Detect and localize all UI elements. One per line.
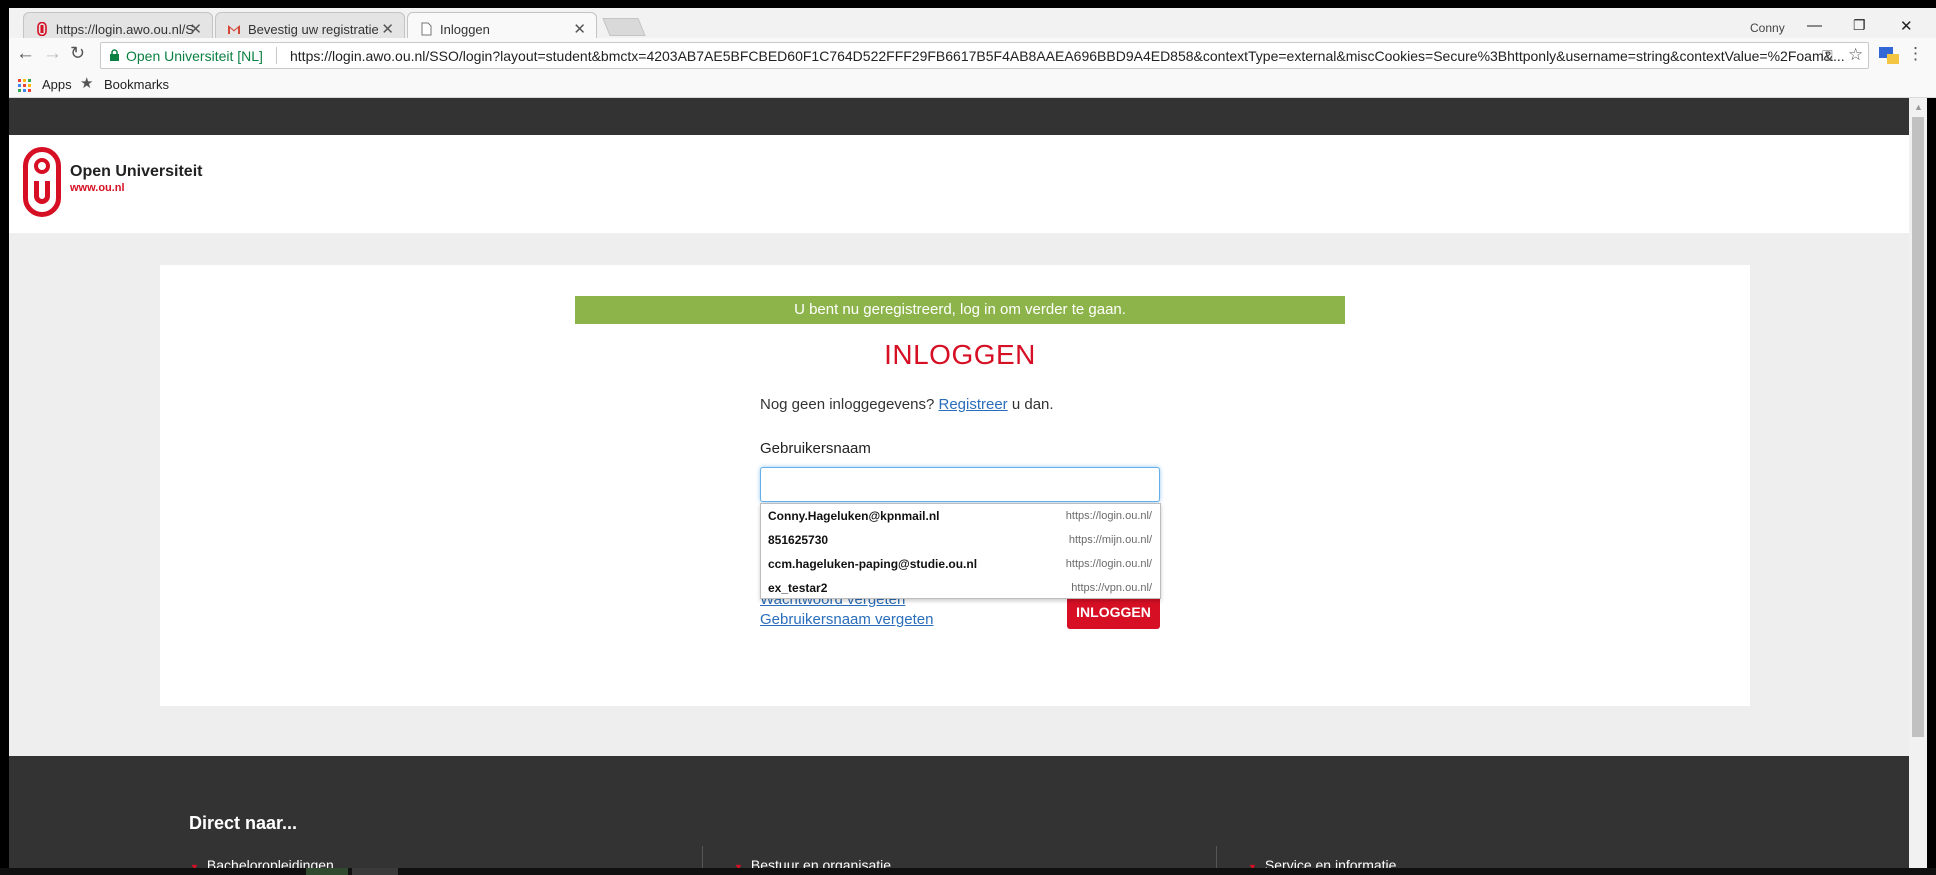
address-bar[interactable]: Open Universiteit [NL] https://login.awo… [100,42,1869,69]
autofill-option[interactable]: Conny.Hageluken@kpnmail.nl https://login… [761,504,1160,528]
scrollbar-thumb[interactable] [1912,117,1924,737]
autofill-site: https://vpn.ou.nl/ [1071,582,1152,594]
autofill-option[interactable]: 851625730 https://mijn.ou.nl/ [761,528,1160,552]
back-icon[interactable]: ← [16,43,35,65]
autofill-dropdown: Conny.Hageluken@kpnmail.nl https://login… [760,503,1161,599]
key-icon[interactable]: ⚿ [1822,47,1833,64]
profile-name[interactable]: Conny [1750,21,1785,35]
bookmarks-bar: Apps ★ Bookmarks [9,72,1936,98]
close-window-icon[interactable]: ✕ [1900,17,1913,35]
taskbar-item[interactable] [306,868,348,875]
autofill-option[interactable]: ex_testar2 https://vpn.ou.nl/ [761,576,1160,600]
login-button[interactable]: INLOGGEN [1067,595,1160,629]
autofill-site: https://login.ou.nl/ [1065,558,1152,570]
gmail-icon [228,25,240,34]
register-prompt: Nog geen inloggegevens? Registreer u dan… [760,396,1054,413]
security-indicator[interactable]: Open Universiteit [NL] [126,48,263,64]
autofill-username: ccm.hageluken-paping@studie.ou.nl [768,557,978,571]
star-icon: ★ [80,75,94,92]
bookmarks-shortcut[interactable]: Bookmarks [104,77,169,92]
autofill-username: Conny.Hageluken@kpnmail.nl [768,509,940,523]
register-prefix: Nog geen inloggegevens? [760,396,935,413]
login-card: U bent nu geregistreerd, log in om verde… [160,265,1750,706]
autofill-username: 851625730 [768,533,829,547]
tab-title: Bevestig uw registratie - [248,22,378,37]
register-suffix: u dan. [1011,396,1054,413]
page-icon [421,22,432,36]
tab-title: https://login.awo.ou.nl/S [56,22,195,37]
site-header: Open Universiteit www.ou.nl [9,135,1909,233]
apps-shortcut[interactable]: Apps [42,77,72,92]
username-input[interactable] [760,467,1160,502]
page-scrollbar[interactable]: ▲ [1909,98,1927,875]
logo-url: www.ou.nl [70,182,125,194]
logo-name: Open Universiteit [70,163,203,180]
autofill-site: https://mijn.ou.nl/ [1068,534,1152,546]
forward-icon[interactable]: → [43,43,62,65]
register-link[interactable]: Registreer [938,396,1007,413]
new-tab-button[interactable] [602,18,646,36]
username-label: Gebruikersnaam [760,440,871,457]
close-tab-icon[interactable]: ✕ [573,20,586,38]
extension-icon[interactable] [1878,45,1900,65]
forgot-username-link[interactable]: Gebruikersnaam vergeten [760,611,933,628]
url-text[interactable]: https://login.awo.ou.nl/SSO/login?layout… [290,48,1868,64]
ou-logo[interactable]: Open Universiteit www.ou.nl [23,147,202,222]
registration-success-banner: U bent nu geregistreerd, log in om verde… [575,296,1345,324]
close-tab-icon[interactable]: ✕ [381,20,394,38]
os-taskbar [0,868,1936,875]
apps-grid-icon [18,79,31,92]
autofill-site: https://login.ou.nl/ [1065,510,1152,522]
taskbar-item[interactable] [352,868,398,875]
ou-logo-icon [37,22,47,36]
bookmark-star-icon[interactable]: ☆ [1848,45,1863,65]
footer-title: Direct naar... [189,813,298,833]
autofill-username: ex_testar2 [768,581,828,595]
page-title: INLOGGEN [884,339,1036,370]
web-page: Open Universiteit www.ou.nl U bent nu ge… [9,98,1909,875]
omnibox-divider [276,47,277,64]
tab-title: Inloggen [440,22,490,37]
browser-window: https://login.awo.ou.nl/S ✕ Bevestig uw … [0,0,1936,875]
site-footer: Direct naar... ▼ Bacheloropleidingen ▼ Bes… [9,756,1909,875]
ou-logo-icon [23,147,61,217]
lock-icon [110,49,119,61]
restore-icon[interactable]: ❐ [1853,17,1866,34]
close-tab-icon[interactable]: ✕ [189,20,202,38]
browser-toolbar: ← → ↻ Open Universiteit [NL] https://log… [9,38,1936,72]
autofill-option[interactable]: ccm.hageluken-paping@studie.ou.nl https:… [761,552,1160,576]
menu-icon[interactable]: ⋮ [1907,44,1924,64]
site-top-bar [9,98,1909,135]
scroll-up-icon[interactable]: ▲ [1914,102,1923,112]
minimize-icon[interactable]: — [1807,17,1822,34]
reload-icon[interactable]: ↻ [70,43,85,64]
